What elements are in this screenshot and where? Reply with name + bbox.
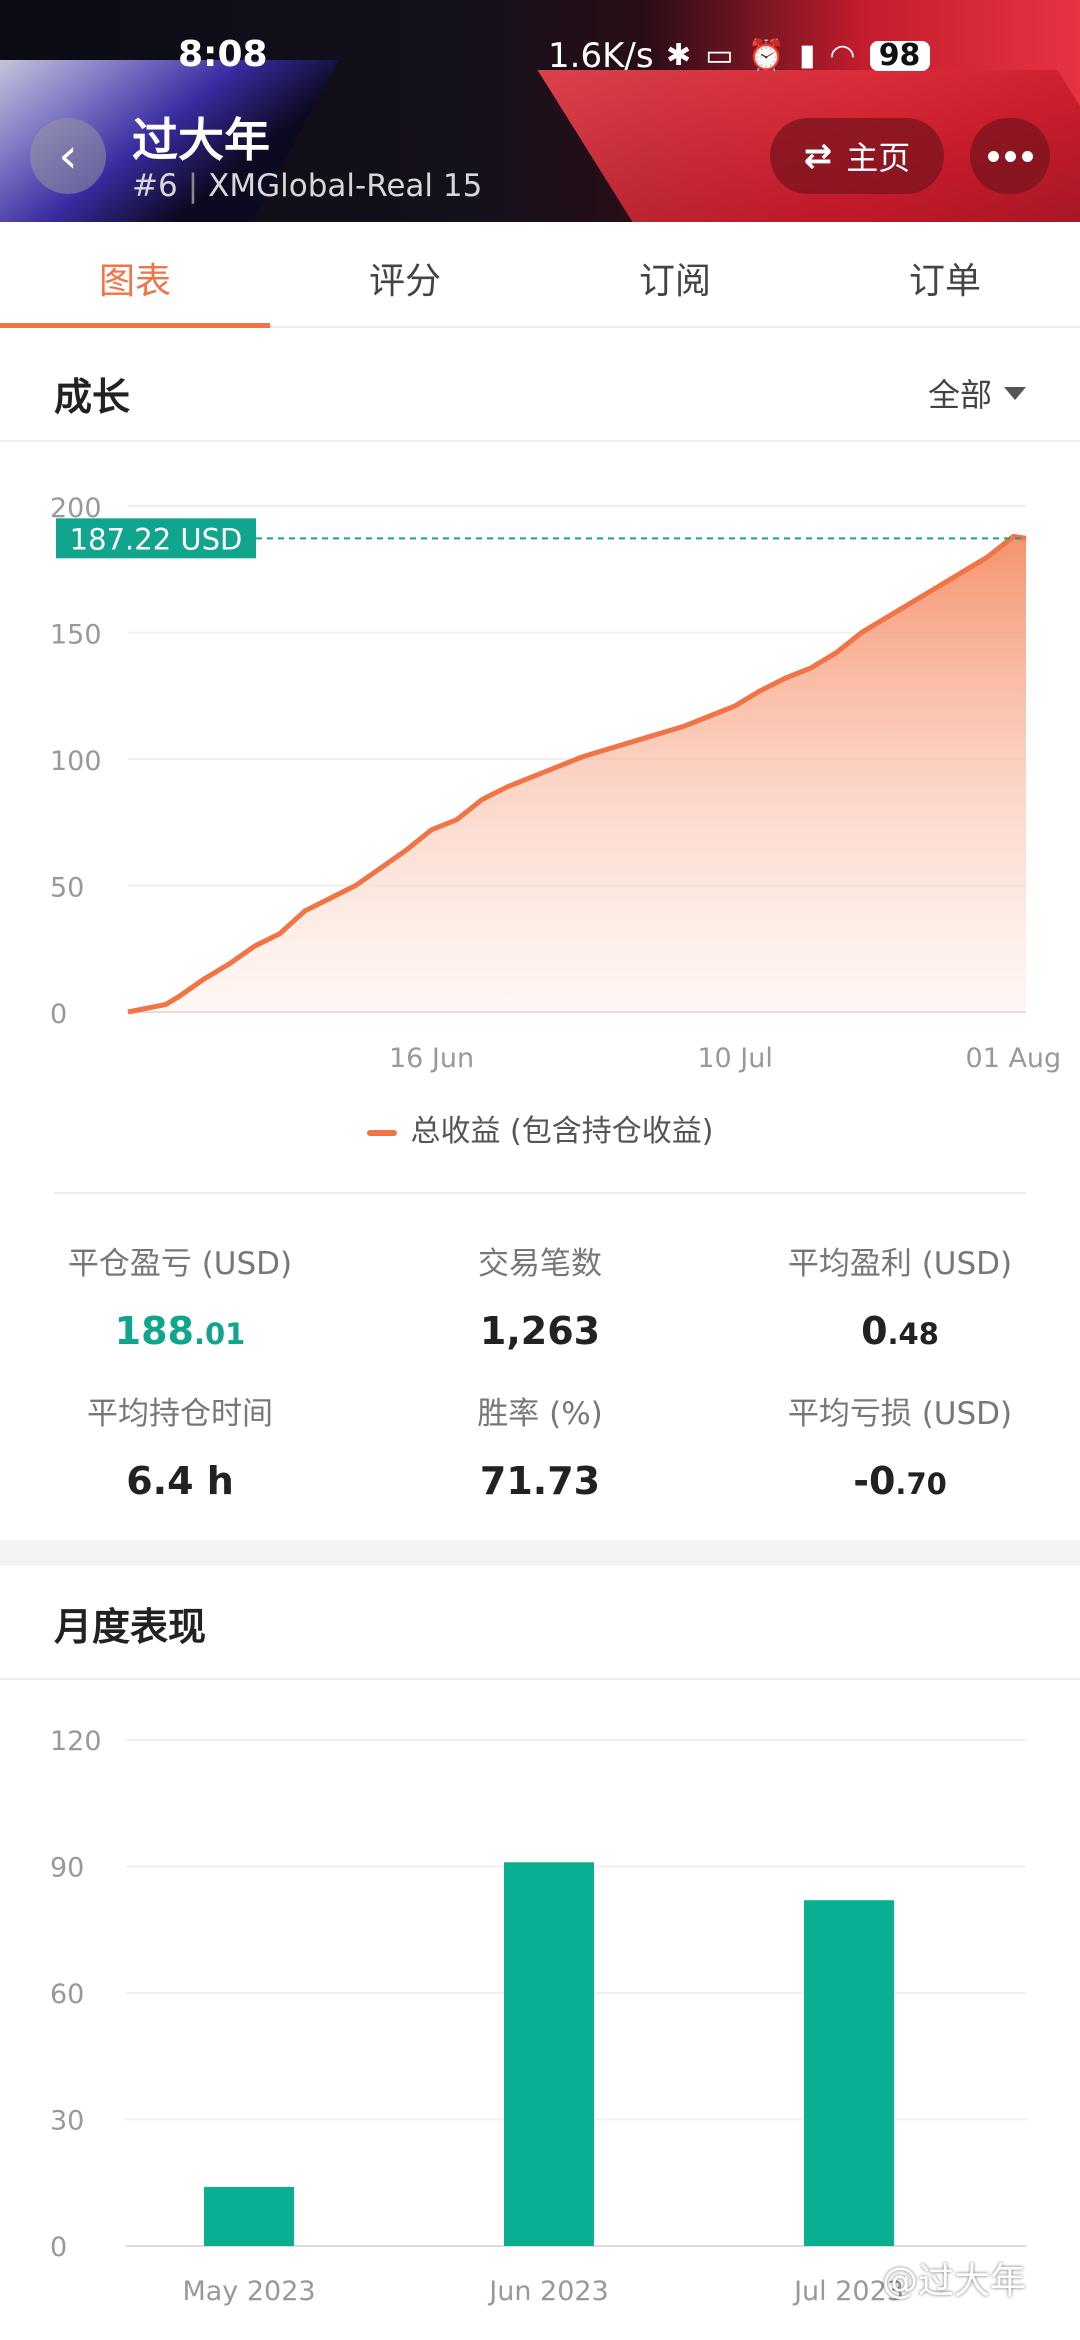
- stat-label: 平仓盈亏 (USD): [67, 1246, 293, 1282]
- status-time: 8:08: [178, 34, 268, 75]
- stat-value: 1,263: [360, 1309, 720, 1353]
- vibrate-icon: ▭: [705, 38, 734, 73]
- stat-label: 平均盈利 (USD): [787, 1246, 1013, 1282]
- stat-closed-pnl: 平仓盈亏 (USD) 188.01: [0, 1238, 360, 1353]
- stat-avg-profit: 平均盈利 (USD) 0.48: [720, 1238, 1080, 1353]
- tab-bar: 图表 评分 订阅 订单: [0, 222, 1080, 328]
- stat-label: 平均持仓时间: [87, 1396, 273, 1432]
- legend-label: 总收益 (包含持仓收益): [410, 1114, 714, 1149]
- current-value-label: 187.22 USD: [70, 522, 243, 556]
- stat-trade-count: 交易笔数 1,263: [360, 1238, 720, 1353]
- monthly-title: 月度表现: [54, 1605, 207, 1649]
- status-icons: ✱ ▭ ⏰ ▮ ◠ 98: [666, 38, 930, 73]
- stat-value-dec: .01: [193, 1317, 246, 1351]
- subtitle-divider: |: [187, 168, 199, 204]
- x-tick-label: 01 Aug: [966, 1043, 1062, 1074]
- network-speed: 1.6K/s: [548, 36, 654, 76]
- stat-value-int: 0: [861, 1309, 888, 1353]
- home-button-label: 主页: [846, 139, 911, 177]
- wifi-icon: ◠: [829, 38, 856, 73]
- tab-chart[interactable]: 图表: [0, 222, 270, 328]
- watermark-text: @过大年: [882, 2261, 1027, 2302]
- stat-value: 71.73: [360, 1459, 720, 1503]
- more-dot-icon: [1021, 150, 1033, 162]
- stat-label: 交易笔数: [478, 1246, 602, 1282]
- y-tick-label: 90: [50, 1853, 84, 1884]
- chevron-left-icon: ‹: [58, 128, 78, 184]
- y-tick-label: 60: [50, 1979, 84, 2010]
- growth-chart: 050100150200187.22 USD16 Jun 10 Jul 01 Aug: [50, 493, 1062, 1074]
- more-dot-icon: [987, 150, 999, 162]
- app-header: 8:08 1.6K/s ✱ ▭ ⏰ ▮ ◠ 98 ‹ 过大年 #6 | XMGl…: [0, 0, 1080, 222]
- bluetooth-icon: ✱: [666, 38, 692, 73]
- stat-value: 0.48: [720, 1309, 1080, 1353]
- stats-divider: [54, 1192, 1026, 1194]
- tab-orders[interactable]: 订单: [810, 222, 1080, 326]
- stat-avg-hold-time: 平均持仓时间 6.4 h: [0, 1388, 360, 1503]
- account-subtitle: #6 | XMGlobal-Real 15: [132, 168, 482, 204]
- stat-value-int: 1,263: [479, 1309, 601, 1353]
- legend-swatch: [366, 1129, 397, 1136]
- range-filter-label: 全部: [927, 376, 992, 414]
- x-tick-label: 10 Jul: [697, 1043, 773, 1074]
- y-tick-label: 120: [50, 1726, 102, 1757]
- stat-avg-loss: 平均亏损 (USD) -0.70: [720, 1388, 1080, 1503]
- x-tick-label: 16 Jun: [389, 1043, 474, 1074]
- y-tick-label: 100: [50, 746, 102, 777]
- growth-title: 成长: [54, 375, 131, 419]
- stat-label: 平均亏损 (USD): [787, 1396, 1013, 1432]
- y-tick-label: 0: [50, 2232, 67, 2263]
- monthly-chart: 0306090120May 2023 Jun 2023 Jul 2023: [50, 1726, 1026, 2307]
- back-button[interactable]: ‹: [30, 118, 106, 194]
- section-gap: [0, 1540, 1080, 1566]
- y-tick-label: 0: [50, 999, 67, 1030]
- stat-label: 胜率 (%): [477, 1396, 603, 1432]
- x-tick-label: Jun 2023: [487, 2276, 608, 2307]
- y-tick-label: 30: [50, 2106, 84, 2137]
- stats-grid: 平仓盈亏 (USD) 188.01 交易笔数 1,263 平均盈利 (USD) …: [0, 1230, 1080, 1530]
- monthly-bar: [804, 1900, 894, 2246]
- account-name: XMGlobal-Real 15: [208, 168, 483, 204]
- page-title: 过大年: [132, 113, 270, 167]
- alarm-icon: ⏰: [747, 38, 785, 73]
- home-button[interactable]: ⇄ 主页: [770, 118, 944, 194]
- stat-value: 6.4 h: [0, 1459, 360, 1503]
- growth-section-header: 成长 全部: [0, 330, 1080, 442]
- signal-icon: ▮: [798, 38, 816, 73]
- stat-value-dec: .48: [887, 1317, 939, 1351]
- x-tick-label: May 2023: [182, 2276, 315, 2307]
- stat-value-int: -0: [853, 1459, 896, 1503]
- monthly-bar: [504, 1862, 594, 2246]
- y-tick-label: 50: [50, 873, 84, 904]
- caret-down-icon: [1004, 386, 1026, 400]
- stat-value: 188.01: [0, 1309, 360, 1353]
- stat-win-rate: 胜率 (%) 71.73: [360, 1388, 720, 1503]
- tab-rating[interactable]: 评分: [270, 222, 540, 326]
- monthly-divider: [0, 1678, 1080, 1680]
- rank-label: #6: [132, 168, 178, 204]
- growth-legend: 总收益 (包含持仓收益): [0, 1106, 1080, 1150]
- battery-icon: 98: [869, 38, 930, 73]
- tab-subscribe[interactable]: 订阅: [540, 222, 810, 326]
- stat-value: -0.70: [720, 1459, 1080, 1503]
- range-filter-dropdown[interactable]: 全部: [928, 370, 1026, 416]
- monthly-bar: [204, 2186, 294, 2246]
- stat-value-dec: .70: [895, 1467, 947, 1501]
- stat-value-int: 71.73: [479, 1459, 601, 1503]
- stat-value-int: 6.4 h: [126, 1459, 234, 1503]
- more-button[interactable]: [970, 118, 1050, 194]
- status-bar: 8:08 1.6K/s ✱ ▭ ⏰ ▮ ◠ 98: [0, 0, 1080, 90]
- y-tick-label: 150: [50, 620, 102, 651]
- stat-value-int: 188: [114, 1309, 194, 1353]
- more-dot-icon: [1004, 150, 1016, 162]
- switch-icon: ⇄: [803, 136, 833, 176]
